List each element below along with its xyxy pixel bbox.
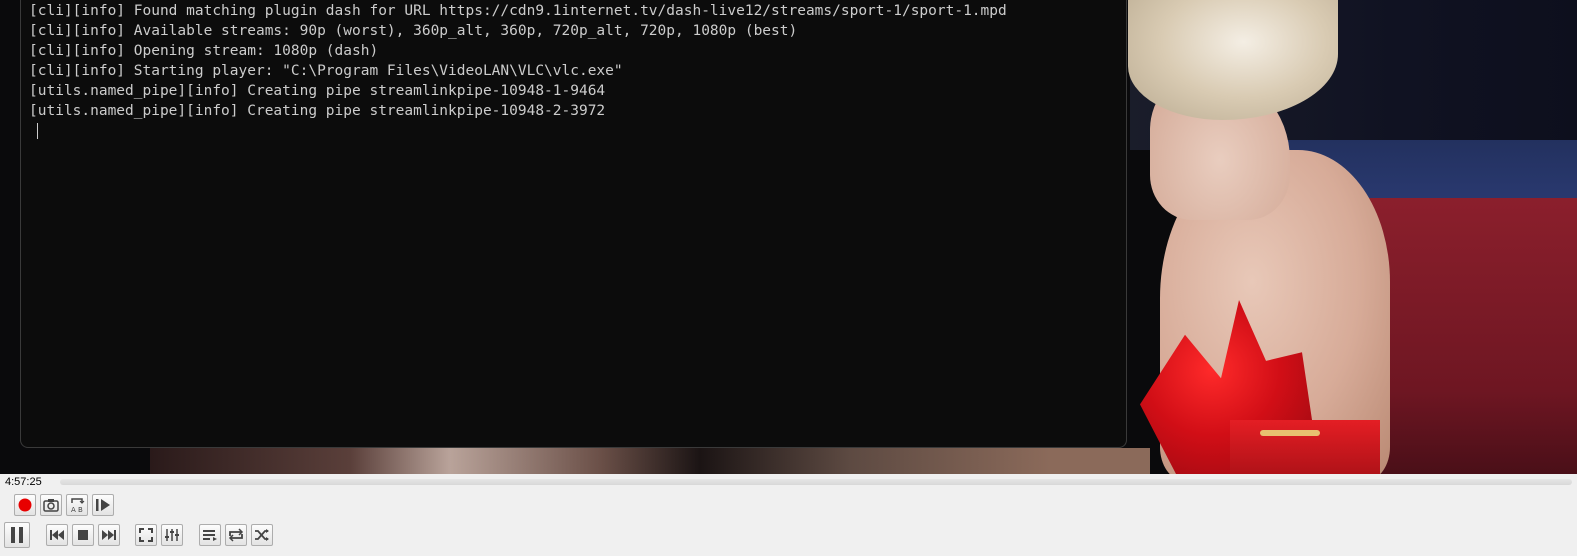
frame-step-button[interactable] <box>92 494 114 516</box>
fullscreen-icon <box>139 528 153 542</box>
player-controls: 4:57:25 A B <box>0 474 1577 556</box>
loop-button[interactable] <box>225 524 247 546</box>
frame-step-icon <box>96 499 110 511</box>
shuffle-button[interactable] <box>251 524 273 546</box>
stop-icon <box>78 530 88 540</box>
playlist-button[interactable] <box>199 524 221 546</box>
pause-icon <box>11 527 23 543</box>
playlist-icon <box>203 530 217 541</box>
loop-ab-icon: A B <box>71 498 85 513</box>
record-icon <box>18 498 32 512</box>
next-button[interactable] <box>98 524 120 546</box>
svg-text:B: B <box>78 506 83 513</box>
terminal-window[interactable]: [cli][info] Found matching plugin dash f… <box>20 0 1127 448</box>
previous-icon <box>50 530 64 540</box>
extended-settings-button[interactable] <box>161 524 183 546</box>
equalizer-icon <box>165 529 179 541</box>
record-button[interactable] <box>14 494 36 516</box>
video-floor-strip <box>150 448 1150 474</box>
terminal-line: [cli][info] Opening stream: 1080p (dash) <box>29 43 379 59</box>
terminal-line: [utils.named_pipe][info] Creating pipe s… <box>29 83 606 99</box>
previous-button[interactable] <box>46 524 68 546</box>
snapshot-button[interactable] <box>40 494 62 516</box>
pause-button[interactable] <box>4 522 30 548</box>
video-costume-lower <box>1230 420 1380 474</box>
terminal-line: [cli][info] Starting player: "C:\Program… <box>29 63 623 79</box>
video-display[interactable]: [cli][info] Found matching plugin dash f… <box>0 0 1577 474</box>
stop-button[interactable] <box>72 524 94 546</box>
svg-text:A: A <box>71 506 76 513</box>
terminal-output: [cli][info] Found matching plugin dash f… <box>21 0 1126 141</box>
camera-icon <box>43 499 59 512</box>
next-icon <box>102 530 116 540</box>
video-costume-trim <box>1260 430 1320 436</box>
loop-icon <box>228 528 244 542</box>
shuffle-icon <box>255 529 269 541</box>
terminal-line: [cli][info] Available streams: 90p (wors… <box>29 23 798 39</box>
terminal-line: [utils.named_pipe][info] Creating pipe s… <box>29 103 606 119</box>
fullscreen-button[interactable] <box>135 524 157 546</box>
loop-ab-button[interactable]: A B <box>66 494 88 516</box>
text-cursor <box>37 123 38 139</box>
terminal-line: [cli][info] Found matching plugin dash f… <box>29 3 1007 19</box>
seek-bar[interactable] <box>60 479 1572 485</box>
elapsed-time: 4:57:25 <box>5 476 42 488</box>
terminal-prompt[interactable] <box>29 121 1126 141</box>
